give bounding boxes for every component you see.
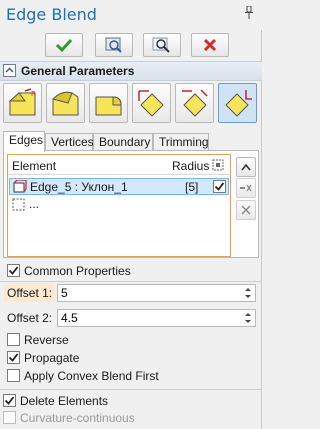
preview-button[interactable]: [95, 33, 133, 57]
blend-mode-button-1[interactable]: R: [3, 83, 42, 123]
edges-list[interactable]: Element Radius Edge_5 : Уклон_1 [5] ...: [7, 154, 231, 257]
window-title: Edge Blend: [6, 5, 97, 24]
check-icon: [8, 353, 19, 362]
blend-mode-6-icon: [224, 90, 252, 117]
check-icon: [4, 396, 15, 405]
tab-strip: Edges Vertices Boundary Trimming: [3, 131, 259, 152]
blend-mode-1-icon: R: [8, 88, 36, 116]
pin-icon[interactable]: [244, 6, 254, 20]
chevron-up-icon: [241, 163, 251, 171]
row-element: Edge_5 : Уклон_1: [30, 180, 128, 194]
divider: [0, 281, 262, 282]
check-icon: [8, 266, 19, 275]
blend-mode-button-3[interactable]: [89, 83, 128, 123]
offset1-input[interactable]: [58, 285, 255, 301]
tab-vertices[interactable]: Vertices: [45, 133, 94, 151]
tab-trimming[interactable]: Trimming: [153, 133, 209, 151]
collapse-icon[interactable]: [3, 64, 16, 77]
red-x-icon: [203, 38, 217, 52]
section-title: General Parameters: [21, 64, 135, 78]
propagate-checkbox[interactable]: [7, 351, 20, 364]
blend-mode-button-4[interactable]: [132, 83, 171, 123]
spinner-icon[interactable]: [242, 286, 254, 300]
row-element: ...: [29, 197, 40, 211]
move-up-button[interactable]: [236, 157, 256, 177]
action-toolbar: [0, 30, 262, 62]
checkmark-icon: [55, 38, 73, 53]
blend-mode-3-icon: [95, 96, 122, 116]
general-parameters-header[interactable]: General Parameters: [0, 61, 262, 81]
blend-mode-button-5[interactable]: [175, 83, 214, 123]
table-row[interactable]: Edge_5 : Уклон_1 [5]: [9, 178, 229, 195]
delete-elements-checkbox[interactable]: [3, 394, 16, 407]
clear-list-button[interactable]: [236, 200, 256, 220]
offset2-input[interactable]: [58, 310, 255, 326]
cancel-button[interactable]: [191, 33, 229, 57]
blend-mode-2-icon: [51, 91, 78, 116]
edge-icon: [13, 180, 27, 193]
blend-mode-5-icon: [181, 89, 208, 117]
reverse-label: Reverse: [24, 333, 69, 347]
delete-elements-label: Delete Elements: [20, 394, 109, 408]
check-icon: [214, 182, 225, 191]
ok-button[interactable]: [45, 33, 83, 57]
close-icon: [241, 205, 251, 215]
column-radius: Radius: [172, 159, 210, 173]
tab-boundary[interactable]: Boundary: [93, 133, 153, 151]
offset1-label: Offset 1:: [4, 284, 55, 302]
preview-icon: [105, 37, 122, 53]
edge-blend-panel: Edge Blend General Parameters R Edges Ve…: [0, 0, 262, 429]
blend-mode-button-6[interactable]: [218, 83, 257, 123]
remove-icon: [240, 184, 252, 192]
blend-mode-4-icon: [137, 90, 164, 117]
propagate-label: Propagate: [24, 351, 80, 365]
offset1-field[interactable]: [57, 284, 256, 302]
spinner-icon[interactable]: [242, 311, 254, 325]
row-checkbox[interactable]: [213, 180, 226, 193]
blend-mode-button-2[interactable]: [46, 83, 85, 123]
convex-blend-checkbox[interactable]: [7, 369, 20, 382]
blend-mode-bar: R: [3, 83, 259, 127]
title-bar: Edge Blend: [0, 0, 262, 30]
offset2-field[interactable]: [57, 309, 256, 327]
common-properties-checkbox[interactable]: [7, 264, 20, 277]
column-settings-icon[interactable]: [212, 159, 224, 171]
divider: [0, 389, 262, 390]
remove-from-list-button[interactable]: [236, 178, 256, 198]
table-row[interactable]: ...: [9, 197, 229, 214]
reverse-checkbox[interactable]: [7, 333, 20, 346]
offset2-label: Offset 2:: [7, 311, 53, 325]
convex-blend-label: Apply Convex Blend First: [24, 369, 159, 383]
curvature-continuous-label: Curvature-continuous: [20, 411, 135, 425]
empty-element-icon: [12, 198, 25, 211]
tab-edges[interactable]: Edges: [3, 131, 45, 152]
svg-text:R: R: [31, 90, 36, 98]
edges-tab-panel: Element Radius Edge_5 : Уклон_1 [5] ...: [3, 150, 259, 258]
zoom-preview-button[interactable]: [143, 33, 181, 57]
magnifier-icon: [152, 37, 170, 53]
column-element: Element: [12, 159, 57, 173]
list-header: Element Radius: [8, 155, 230, 175]
common-properties-label: Common Properties: [24, 264, 131, 278]
curvature-continuous-checkbox[interactable]: [3, 411, 16, 424]
row-radius: [5]: [185, 180, 199, 194]
